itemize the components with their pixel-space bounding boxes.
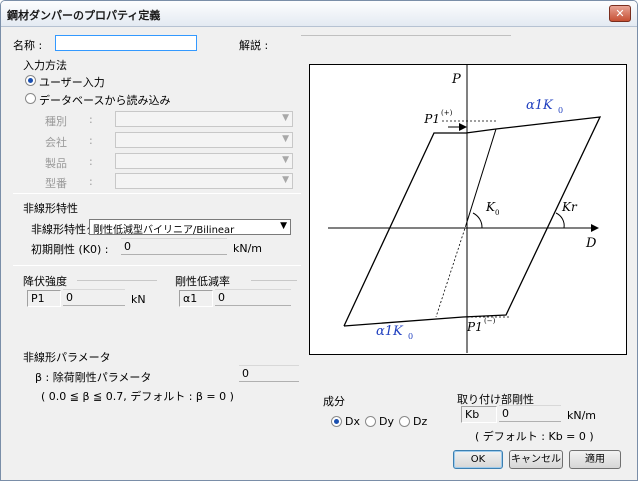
ok-button[interactable]: OK (453, 450, 503, 469)
p1-value: 0 (66, 291, 73, 304)
kb-label: Kb (465, 408, 480, 421)
reduction-group-line (251, 280, 297, 281)
alpha-top-label: α1K (526, 98, 554, 113)
p1-minus-label: P1 (466, 320, 483, 334)
db-product-label: 製品 (45, 157, 67, 170)
beta-note: ( 0.0 ≦ β ≦ 0.7, デフォルト : β = 0 ) (41, 390, 234, 403)
k0-input[interactable]: 0 (121, 238, 227, 255)
apply-button[interactable]: 適用 (569, 450, 621, 469)
cancel-button[interactable]: キャンセル (509, 450, 563, 469)
alpha-label-box: α1 (179, 290, 213, 307)
kb-unit: kN/m (567, 409, 597, 422)
k0-value: 0 (124, 240, 131, 253)
kb-note: ( デフォルト : Kb = 0 ) (475, 430, 594, 443)
component-title: 成分 (323, 395, 345, 408)
radio-dz-label: Dz (413, 415, 428, 428)
db-model-label: 型番 (45, 177, 67, 190)
radio-database-label: データベースから読み込み (39, 94, 171, 107)
radio-user-input[interactable] (25, 75, 36, 86)
params-title: 非線形パラメータ (23, 351, 111, 364)
nonlinear-type-label: 非線形特性タ (31, 223, 97, 236)
chevron-down-icon: ▼ (282, 175, 289, 185)
p1-unit: kN (131, 293, 146, 306)
alpha-bottom-sub: 0 (408, 332, 413, 341)
db-model-colon: : (89, 175, 93, 188)
db-type-colon: : (89, 113, 93, 126)
input-method-title: 入力方法 (23, 59, 67, 72)
chevron-down-icon: ▼ (282, 113, 289, 123)
name-input[interactable] (55, 35, 197, 51)
alpha-bottom-label: α1K (376, 324, 404, 339)
radio-dy-label: Dy (379, 415, 394, 428)
nonlinear-type-value: 剛性低減型バイリニア/Bilinear (93, 225, 235, 236)
alpha-top-sub: 0 (558, 106, 563, 115)
radio-dx-label: Dx (345, 415, 360, 428)
kb-input[interactable]: 0 (499, 405, 561, 422)
chevron-down-icon: ▼ (282, 134, 289, 144)
alpha-label: α1 (183, 292, 198, 305)
description-label: 解説 : (239, 39, 269, 52)
separator (13, 193, 301, 194)
kr-arc (555, 212, 565, 229)
close-button[interactable]: ✕ (609, 5, 631, 22)
p1-label: P1 (31, 292, 45, 305)
nonlinear-title: 非線形特性 (23, 202, 78, 215)
yield-group-line (77, 280, 157, 281)
beta-label: β : 除荷剛性パラメータ (35, 371, 152, 384)
p1-plus-sup: (+) (441, 109, 453, 117)
radio-dz[interactable] (399, 416, 410, 427)
title-bar[interactable]: 鋼材ダンパーのプロパティ定義 ✕ (1, 1, 637, 27)
dialog-title: 鋼材ダンパーのプロパティ定義 (7, 9, 161, 22)
reduction-title: 剛性低減率 (175, 275, 230, 288)
description-field[interactable] (301, 35, 511, 36)
db-product-select[interactable]: ▼ (115, 153, 293, 169)
separator (13, 265, 301, 266)
db-company-label: 会社 (45, 136, 67, 149)
chevron-down-icon: ▼ (282, 155, 289, 165)
yield-title: 降伏強度 (23, 275, 67, 288)
p1-input[interactable]: 0 (63, 289, 125, 306)
db-company-select[interactable]: ▼ (115, 132, 293, 148)
p1-label-box: P1 (27, 290, 61, 307)
beta-input[interactable]: 0 (239, 365, 299, 382)
kb-value: 0 (502, 407, 509, 420)
alpha-input[interactable]: 0 (215, 289, 291, 306)
radio-dy[interactable] (365, 416, 376, 427)
radio-database[interactable] (25, 93, 36, 104)
hysteresis-diagram: P D P1 (+) P1 (−) α1K 0 α1K 0 K 0 Kr (309, 54, 627, 355)
db-type-label: 種別 (45, 115, 67, 128)
kr-label: Kr (561, 200, 578, 214)
p1-minus-sup: (−) (484, 317, 496, 325)
diagram-svg: P D P1 (+) P1 (−) α1K 0 α1K 0 K 0 Kr (328, 54, 602, 353)
p1-plus-label: P1 (423, 112, 440, 126)
radio-user-input-label: ユーザー入力 (39, 76, 105, 89)
name-label: 名称 : (13, 39, 43, 52)
beta-value: 0 (242, 367, 249, 380)
nonlinear-type-select[interactable]: 剛性低減型バイリニア/Bilinear ▼ (89, 219, 291, 236)
db-model-select[interactable]: ▼ (115, 173, 293, 189)
db-company-colon: : (89, 134, 93, 147)
k0-unit: kN/m (233, 242, 263, 255)
chevron-down-icon: ▼ (280, 221, 287, 231)
db-type-select[interactable]: ▼ (115, 111, 293, 127)
k0-arc (472, 212, 483, 229)
k0-label: 初期剛性 (K0) : (31, 243, 109, 256)
unload-line-lower (435, 224, 467, 318)
axis-p-label: P (451, 72, 461, 87)
radio-dx[interactable] (331, 416, 342, 427)
hysteresis-loop (343, 116, 602, 327)
db-product-colon: : (89, 155, 93, 168)
k0-sub-diagram: 0 (495, 209, 499, 217)
property-dialog: 鋼材ダンパーのプロパティ定義 ✕ 名称 : 解説 : 入力方法 ユーザー入力 デ… (0, 0, 638, 481)
close-icon: ✕ (615, 7, 625, 20)
axis-d-label: D (585, 236, 597, 251)
kb-label-box: Kb (461, 406, 497, 423)
alpha-value: 0 (218, 291, 225, 304)
